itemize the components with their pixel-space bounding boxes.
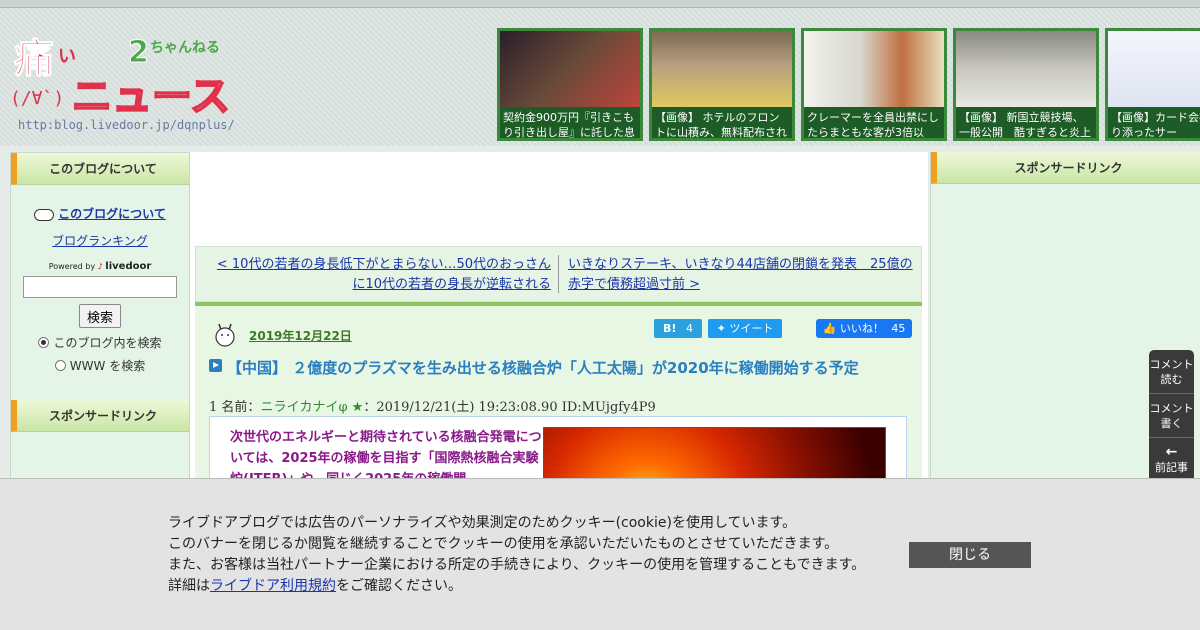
blog-header: 痛 い 2 ちゃんねる (/∀`) ニュース http:blog.livedoo… [0,8,1200,146]
logo-url-text: http:blog.livedoor.jp/dqnplus/ [18,118,235,132]
floating-nav: コメント読む コメント書く ← 前記事 [1149,350,1194,482]
response-name-label: 名前： [221,400,261,415]
prev-article-link[interactable]: < 10代の若者の身長低下がとまらない…50代のおっさんに10代の若者の身長が逆… [206,255,551,295]
cookie-line-4-prefix: 詳細は [168,578,210,594]
cookie-message: ライブドアブログでは広告のパーソナライズや効果測定のためクッキー(cookie)… [168,513,865,597]
face-icon [34,208,55,221]
hatena-count: 4 [685,322,693,335]
blog-logo[interactable]: 痛 い 2 ちゃんねる (/∀`) ニュース http:blog.livedoo… [10,22,240,142]
svg-text:(/∀`): (/∀`) [10,88,64,109]
tweet-button[interactable]: ✦ ツイート [708,319,782,338]
ranking-link[interactable]: ブログランキング [11,232,189,249]
right-sponsor-heading: スポンサードリンク [931,152,1200,184]
mascot-icon [215,323,235,347]
hatena-label: B! [663,322,677,335]
cookie-line-2: このバナーを閉じるか閲覧を継続することでクッキーの使用を承認いただいたものとさせ… [168,536,839,552]
radio-www-label: WWW を検索 [69,359,146,373]
hatena-bookmark-button[interactable]: B! 4 [654,319,702,338]
about-link-label: このブログについて [58,207,166,221]
article-title[interactable]: 【中国】 ２億度のプラズマを生み出せる核融合炉「人工太陽」が2020年に稼働開始… [227,358,917,378]
radio-blog-label: このブログ内を検索 [53,336,162,350]
thumbnail-image [500,31,640,107]
thumbnail-item[interactable]: クレーマーを全員出禁にしたらまともな客が3倍以 [801,28,947,141]
cookie-banner: ライブドアブログでは広告のパーソナライズや効果測定のためクッキー(cookie)… [0,478,1200,630]
thumbnail-image [1108,31,1200,107]
next-article-link[interactable]: いきなりステーキ、いきなり44店舗の閉鎖を発表 25億の赤字で債務超過寸前 > [568,255,913,295]
svg-text:2: 2 [128,35,149,70]
like-count: 45 [891,322,906,335]
thumbnail-caption: 【画像】カード会社様に寄り添ったサー [1111,111,1200,139]
write-comment-button[interactable]: コメント書く [1149,394,1194,438]
tweet-label: ツイート [729,322,774,335]
thumbnail-caption: 【画像】 ホテルのフロントに山積み、無料配布されて [655,111,787,139]
terms-link[interactable]: ライブドア利用規約 [210,578,336,594]
thumbnail-image [804,31,944,107]
cookie-close-button[interactable]: 閉じる [909,542,1031,568]
thumbnail-item[interactable]: 【画像】 ホテルのフロントに山積み、無料配布されて [649,28,795,141]
powered-brand: livedoor [105,261,152,272]
radio-www-row[interactable]: WWW を検索 [11,357,189,374]
thumbnail-caption: クレーマーを全員出禁にしたらまともな客が3倍以 [807,111,939,139]
thumbnail-caption: 【画像】 新国立競技場、一般公開 酷すぎると炎上 [959,111,1091,139]
livedoor-icon: ♪ [97,262,103,271]
thumbnail-item[interactable]: 【画像】 新国立競技場、一般公開 酷すぎると炎上 [953,28,1099,141]
cookie-line-4: 詳細はライブドア利用規約をご確認ください。 [168,576,865,597]
radio-blog[interactable] [38,337,50,348]
cookie-line-1: ライブドアブログでは広告のパーソナライズや効果測定のためクッキー(cookie)… [168,515,797,531]
twitter-bird-icon: ✦ [716,322,726,335]
facebook-like-button[interactable]: 👍 いいね！ 45 [816,319,912,338]
response-number: 1 [209,400,218,415]
play-icon [209,359,222,372]
radio-www[interactable] [54,360,66,371]
top-strip [0,0,1200,8]
response-header: 1 名前：ニライカナイφ ★：2019/12/21(土) 19:23:08.90… [209,396,656,415]
svg-text:ニュース: ニュース [72,74,230,118]
pager-divider [558,255,559,293]
like-label: いいね！ [839,322,884,335]
arrow-left-icon: ← [1165,443,1178,460]
popular-thumbnails: 契約金900万円『引きこもり引き出し屋』に託した息 【画像】 ホテルのフロントに… [497,28,1200,141]
cookie-line-3: また、お客様は当社パートナー企業における所定の手続きにより、クッキーの使用を管理… [168,557,866,573]
powered-by: Powered by ♪ livedoor [11,261,189,272]
svg-text:痛: 痛 [14,36,54,82]
thumbnail-image [652,31,792,107]
thumbnail-caption: 契約金900万円『引きこもり引き出し屋』に託した息 [503,111,635,139]
prev-article-label: 前記事 [1155,460,1188,474]
thumbnail-item[interactable]: 【画像】カード会社様に寄り添ったサー [1105,28,1200,141]
response-name: ニライカナイφ ★ [260,400,364,415]
left-sponsor-heading: スポンサードリンク [11,400,189,432]
about-heading: このブログについて [11,153,189,185]
logo-graphic: 痛 い 2 ちゃんねる (/∀`) ニュース [10,35,231,122]
about-link[interactable]: このブログについて [11,205,189,222]
radio-blog-row[interactable]: このブログ内を検索 [11,334,189,351]
post-date[interactable]: 2019年12月22日 [249,327,352,344]
thumbnail-image [956,31,1096,107]
prev-article-button[interactable]: ← 前記事 [1149,438,1194,482]
search-button[interactable]: 検索 [79,304,121,328]
powered-prefix: Powered by [48,262,96,271]
read-comments-button[interactable]: コメント読む [1149,350,1194,394]
svg-text:ちゃんねる: ちゃんねる [150,40,220,56]
article-pager: < 10代の若者の身長低下がとまらない…50代のおっさんに10代の若者の身長が逆… [195,246,922,302]
search-input[interactable] [23,276,177,298]
thumbs-up-icon: 👍 [822,322,837,335]
response-meta: ：2019/12/21(土) 19:23:08.90 ID:MUjgfy4P9 [363,400,656,415]
svg-text:い: い [58,46,76,67]
thumbnail-item[interactable]: 契約金900万円『引きこもり引き出し屋』に託した息 [497,28,643,141]
cookie-line-4-suffix: をご確認ください。 [336,578,462,594]
